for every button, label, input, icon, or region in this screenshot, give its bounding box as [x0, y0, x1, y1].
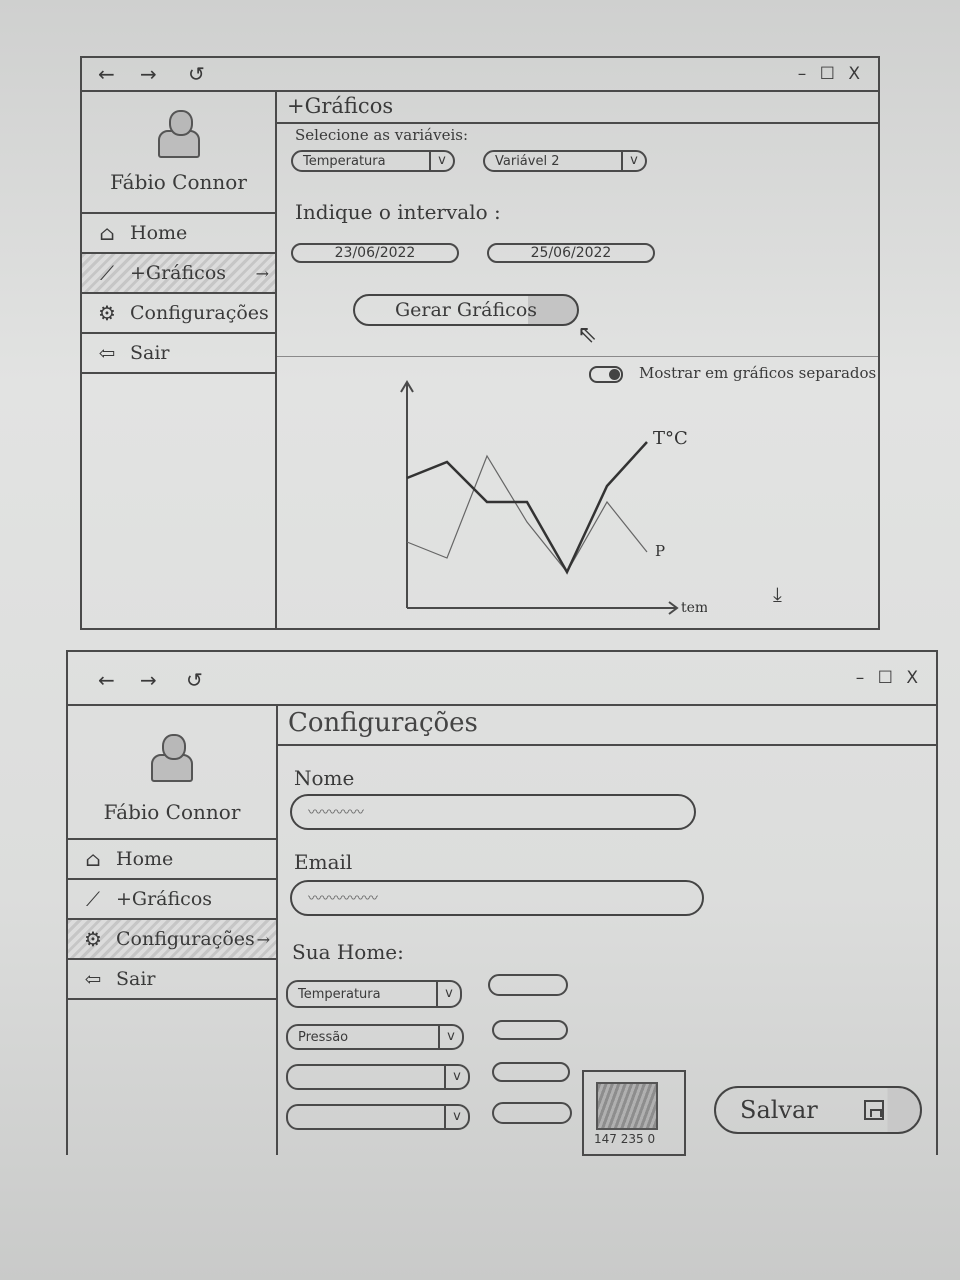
arrow-right-icon: →: [256, 929, 270, 949]
logout-icon: ⇦: [84, 967, 102, 991]
home-slot-2[interactable]: [492, 1020, 568, 1040]
reload-icon[interactable]: ↺: [186, 668, 203, 692]
sidebar-item-label: +Gráficos: [116, 888, 213, 910]
back-arrow-icon[interactable]: ←: [98, 62, 115, 86]
home-slot-4[interactable]: [492, 1102, 572, 1124]
forward-arrow-icon[interactable]: →: [140, 668, 157, 692]
generate-charts-button[interactable]: Gerar Gráficos: [353, 294, 579, 326]
email-value-scribble: 〰〰〰〰〰: [308, 891, 378, 907]
save-icon: [864, 1100, 884, 1120]
select-value: Temperatura: [298, 986, 381, 1002]
sidebar-item-label: Home: [116, 848, 174, 870]
chart-icon: ⟋: [100, 261, 114, 285]
forward-arrow-icon[interactable]: →: [140, 62, 157, 86]
title-bar: ← → ↺ – ☐ X: [82, 58, 878, 92]
chevron-down-icon[interactable]: v: [444, 1066, 468, 1088]
configuracoes-window: ← → ↺ – ☐ X Fábio Connor ⌂ Home ⟋ +Gráfi…: [66, 650, 938, 1156]
divider: [277, 356, 878, 357]
home-slot-3[interactable]: [492, 1062, 570, 1082]
gear-icon: ⚙: [84, 927, 102, 951]
chevron-down-icon[interactable]: v: [429, 152, 453, 170]
series-line-pressure: [406, 454, 648, 574]
arrow-right-icon: →: [255, 263, 269, 283]
series-label-pressure: P: [655, 542, 665, 560]
sidebar-item-graficos[interactable]: ⟋ +Gráficos →: [82, 254, 275, 294]
back-arrow-icon[interactable]: ←: [98, 668, 115, 692]
name-label: Nome: [294, 766, 355, 790]
home-label: Sua Home:: [292, 940, 404, 964]
sidebar-item-configuracoes[interactable]: ⚙ Configurações →: [68, 920, 276, 960]
select-value: Pressão: [298, 1029, 349, 1045]
main-content: +Gráficos Selecione as variáveis: Temper…: [277, 92, 878, 628]
window-controls[interactable]: – ☐ X: [856, 668, 922, 688]
user-profile: Fábio Connor: [82, 92, 275, 214]
page-title: Configurações: [278, 706, 936, 746]
graficos-window: ← → ↺ – ☐ X Fábio Connor ⌂ Home ⟋ +Gráfi…: [80, 56, 880, 630]
save-button[interactable]: Salvar: [714, 1086, 922, 1134]
line-chart: T°C P tempo: [400, 380, 707, 616]
color-preview: 147 235 0: [582, 1070, 686, 1156]
interval-label: Indique o intervalo :: [295, 200, 501, 224]
select-value: Temperatura: [303, 153, 386, 169]
sidebar-item-label: Sair: [116, 968, 156, 990]
avatar-icon: [151, 734, 193, 782]
sidebar-item-graficos[interactable]: ⟋ +Gráficos: [68, 880, 276, 920]
home-select-2[interactable]: Pressão v: [286, 1024, 464, 1050]
window-controls[interactable]: – ☐ X: [798, 64, 864, 84]
chevron-down-icon[interactable]: v: [444, 1106, 468, 1128]
home-icon: ⌂: [99, 221, 115, 245]
sidebar-item-label: Home: [130, 222, 188, 244]
chevron-down-icon[interactable]: v: [621, 152, 645, 170]
logout-icon: ⇦: [98, 341, 116, 365]
name-field[interactable]: 〰〰〰〰: [290, 794, 696, 830]
home-icon: ⌂: [85, 847, 101, 871]
chart-icon: ⟋: [86, 887, 100, 911]
reload-icon[interactable]: ↺: [188, 62, 205, 86]
user-name: Fábio Connor: [103, 800, 241, 824]
email-field[interactable]: 〰〰〰〰〰: [290, 880, 704, 916]
sidebar-item-home[interactable]: ⌂ Home: [82, 214, 275, 254]
download-icon[interactable]: ⤓: [773, 582, 782, 606]
sidebar-item-configuracoes[interactable]: ⚙ Configurações: [82, 294, 275, 334]
title-bar: ← → ↺ – ☐ X: [68, 652, 936, 706]
cursor-pointer-icon: ⇖: [577, 320, 598, 348]
save-button-label: Salvar: [740, 1096, 818, 1124]
chevron-down-icon[interactable]: v: [436, 982, 460, 1006]
end-date-input[interactable]: 25/06/2022: [487, 243, 655, 263]
sidebar-item-label: Configurações: [130, 302, 269, 324]
sidebar-item-sair[interactable]: ⇦ Sair: [68, 960, 276, 1000]
home-select-3[interactable]: v: [286, 1064, 470, 1090]
variable1-select[interactable]: Temperatura v: [291, 150, 455, 172]
home-select-4[interactable]: v: [286, 1104, 470, 1130]
avatar-icon: [157, 110, 200, 158]
sidebar-item-label: +Gráficos: [130, 262, 227, 284]
page-title: +Gráficos: [277, 92, 878, 124]
email-label: Email: [294, 850, 353, 874]
start-date-input[interactable]: 23/06/2022: [291, 243, 459, 263]
sidebar-item-home[interactable]: ⌂ Home: [68, 840, 276, 880]
sidebar: Fábio Connor ⌂ Home ⟋ +Gráficos ⚙ Config…: [68, 706, 278, 1155]
series-label-temperature: T°C: [653, 428, 688, 449]
name-value-scribble: 〰〰〰〰: [308, 805, 364, 821]
x-axis-label: tempo: [681, 600, 707, 616]
gear-icon: ⚙: [98, 301, 116, 325]
sidebar-item-label: Configurações: [116, 928, 255, 950]
chevron-down-icon[interactable]: v: [438, 1026, 462, 1048]
user-profile: Fábio Connor: [68, 706, 276, 840]
sidebar: Fábio Connor ⌂ Home ⟋ +Gráficos → ⚙ Conf…: [82, 92, 277, 628]
sidebar-item-label: Sair: [130, 342, 170, 364]
select-value: Variável 2: [495, 153, 560, 169]
preview-image: [596, 1082, 658, 1130]
main-content: Configurações Nome 〰〰〰〰 Email 〰〰〰〰〰 Sua …: [278, 706, 936, 1156]
preview-caption: 147 235 0: [594, 1132, 656, 1146]
home-select-1[interactable]: Temperatura v: [286, 980, 462, 1008]
variable2-select[interactable]: Variável 2 v: [483, 150, 647, 172]
home-slot-1[interactable]: [488, 974, 568, 996]
user-name: Fábio Connor: [110, 170, 247, 194]
sidebar-item-sair[interactable]: ⇦ Sair: [82, 334, 275, 374]
select-variables-label: Selecione as variáveis:: [295, 126, 468, 144]
